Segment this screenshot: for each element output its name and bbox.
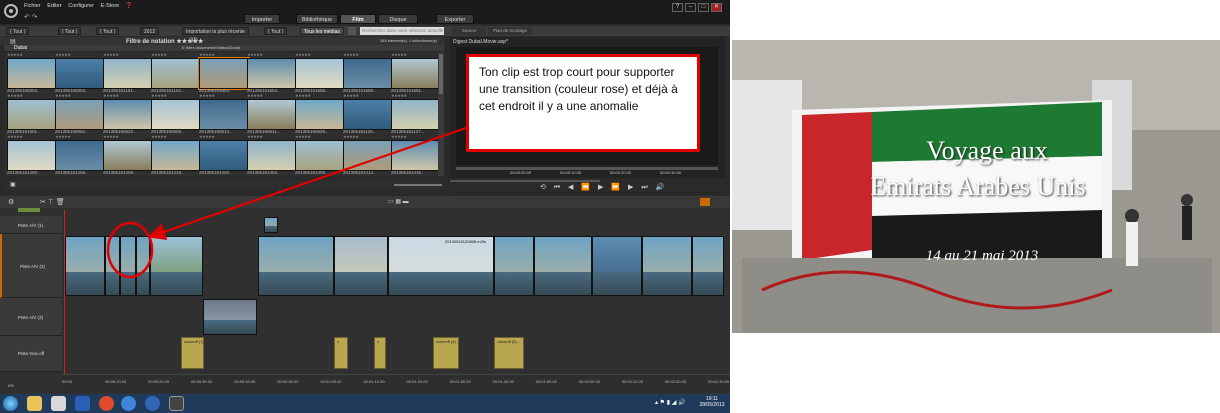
help-icon[interactable]: [145, 396, 160, 411]
photo-title-line3: 14 au 21 mai 2013: [925, 248, 1039, 264]
annotation-circle: [106, 221, 154, 279]
windows-taskbar: ▴ ⚑ ▮ ◢ 🔊 19:11 28/05/2013: [0, 394, 730, 413]
photo-title-line1: Voyage aux: [926, 136, 1048, 165]
tools-icon[interactable]: [51, 396, 66, 411]
pinnacle-taskbar-icon[interactable]: [169, 396, 184, 411]
chrome-icon[interactable]: [99, 396, 114, 411]
annotation-text: Ton clip est trop court pour supporter u…: [479, 65, 678, 113]
explorer-icon[interactable]: [27, 396, 42, 411]
preview-photo: Voyage aux Emirats Arabes Unis 14 au 21 …: [732, 40, 1220, 333]
start-button[interactable]: [3, 396, 18, 411]
annotation-arrow: [147, 126, 467, 241]
clock[interactable]: 19:11 28/05/2013: [698, 396, 726, 408]
photo-title-line2: Emirats Arabes Unis: [870, 172, 1086, 201]
word-icon[interactable]: [75, 396, 90, 411]
tray-icons[interactable]: ▴ ⚑ ▮ ◢ 🔊: [655, 399, 685, 406]
clock-date: 28/05/2013: [699, 402, 725, 408]
internet-explorer-icon[interactable]: [121, 396, 136, 411]
annotation-callout: Ton clip est trop court pour supporter u…: [466, 54, 700, 152]
